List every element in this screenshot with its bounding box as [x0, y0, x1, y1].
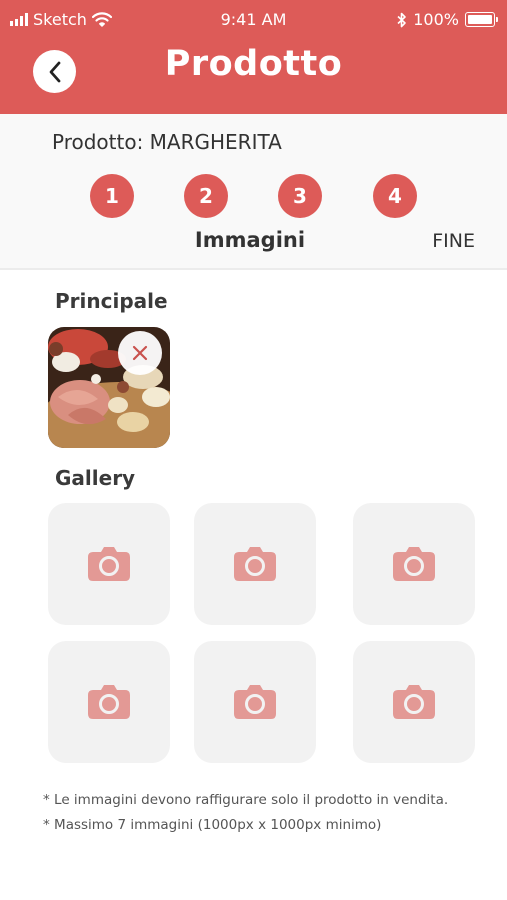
battery-percentage: 100%	[413, 10, 459, 29]
gallery-slot[interactable]	[353, 641, 475, 763]
page-title: Prodotto	[164, 44, 343, 84]
image-requirements-notes: * Le immagini devono raffigurare solo il…	[43, 788, 448, 838]
bluetooth-icon	[397, 12, 407, 27]
gallery-slot[interactable]	[48, 641, 170, 763]
note-line: * Le immagini devono raffigurare solo il…	[43, 792, 449, 808]
remove-image-button[interactable]	[118, 331, 162, 375]
gallery-slot[interactable]	[48, 503, 170, 625]
wizard-steps-panel: Prodotto: MARGHERITA 1 2 3 4 Immagini FI…	[0, 114, 507, 270]
camera-icon	[88, 547, 130, 581]
camera-icon	[88, 685, 130, 719]
status-bar: Sketch 9:41 AM 100%	[0, 0, 507, 40]
note-line: * Massimo 7 immagini (1000px x 1000px mi…	[43, 817, 382, 833]
gallery-section-title: Gallery	[55, 466, 136, 490]
step-2[interactable]: 2	[184, 174, 228, 218]
product-name: Prodotto: MARGHERITA	[52, 130, 282, 154]
close-icon	[132, 345, 148, 361]
principal-section-title: Principale	[55, 289, 168, 313]
step-3[interactable]: 3	[278, 174, 322, 218]
battery-icon	[465, 12, 498, 27]
gallery-slot[interactable]	[194, 503, 316, 625]
app-header: Sketch 9:41 AM 100% Prodotto	[0, 0, 507, 114]
current-step-label: Immagini	[194, 228, 306, 252]
camera-icon	[393, 547, 435, 581]
step-4[interactable]: 4	[373, 174, 417, 218]
finish-step-label[interactable]: FINE	[432, 230, 475, 252]
step-1[interactable]: 1	[90, 174, 134, 218]
gallery-slot[interactable]	[194, 641, 316, 763]
camera-icon	[393, 685, 435, 719]
battery-info: 100%	[397, 10, 498, 29]
camera-icon	[234, 685, 276, 719]
gallery-slot[interactable]	[353, 503, 475, 625]
camera-icon	[234, 547, 276, 581]
